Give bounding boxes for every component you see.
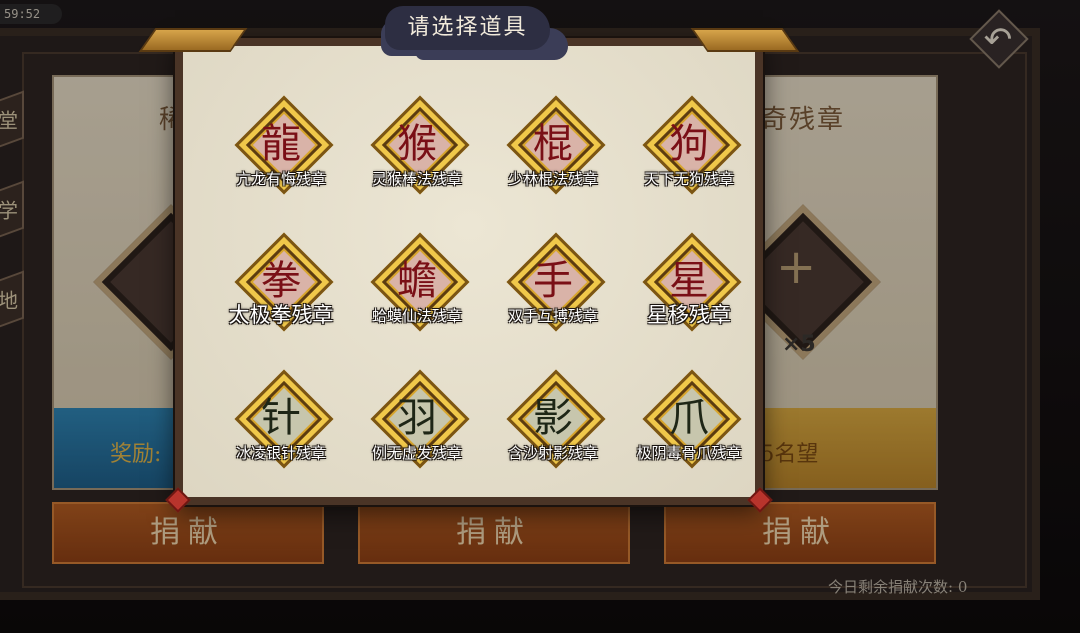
item-linghou[interactable]: 猴 灵猴棒法残章 bbox=[353, 95, 481, 214]
item-label: 极阴毒骨爪残章 bbox=[636, 444, 742, 462]
item-label: 例无虚发残章 bbox=[371, 444, 462, 462]
item-hama[interactable]: 蟾 蛤蟆仙法残章 bbox=[353, 232, 481, 351]
item-jiyin[interactable]: 爪 极阴毒骨爪残章 bbox=[625, 369, 753, 488]
toad-icon: 蟾 bbox=[397, 258, 437, 304]
item-xingyi[interactable]: 星 星移残章 bbox=[625, 232, 753, 351]
modal-title-banner: 请选择道具 bbox=[385, 4, 550, 52]
shaolin-staff-icon: 棍 bbox=[533, 121, 573, 167]
item-tianxia[interactable]: 狗 天下无狗残章 bbox=[625, 95, 753, 214]
item-label: 蛤蟆仙法残章 bbox=[371, 307, 462, 325]
item-label: 冰凌银针残章 bbox=[235, 444, 326, 462]
monkey-staff-icon: 猴 bbox=[397, 121, 437, 167]
ice-needle-icon: 针 bbox=[261, 395, 301, 441]
item-hansha[interactable]: 影 含沙射影残章 bbox=[489, 369, 617, 488]
item-shaolin[interactable]: 棍 少林棍法残章 bbox=[489, 95, 617, 214]
item-label: 太极拳残章 bbox=[228, 303, 334, 327]
dragon-palm-icon: 龍 bbox=[261, 121, 301, 167]
item-taiji[interactable]: 拳 太极拳残章 bbox=[217, 232, 345, 351]
bone-claw-icon: 爪 bbox=[669, 395, 709, 441]
item-label: 含沙射影残章 bbox=[507, 444, 598, 462]
item-label: 天下无狗残章 bbox=[643, 170, 734, 188]
item-kanglong[interactable]: 龍 亢龙有悔残章 bbox=[217, 95, 345, 214]
modal-corner-ornament bbox=[138, 28, 248, 52]
modal-corner-ornament bbox=[690, 28, 800, 52]
dual-hands-icon: 手 bbox=[533, 258, 573, 304]
sand-shadow-icon: 影 bbox=[533, 395, 573, 441]
arrow-feather-icon: 羽 bbox=[397, 395, 437, 441]
item-label: 亢龙有悔残章 bbox=[235, 170, 326, 188]
item-bingling[interactable]: 针 冰凌银针残章 bbox=[217, 369, 345, 488]
modal-title: 请选择道具 bbox=[407, 15, 528, 40]
item-shuangshou[interactable]: 手 双手互搏残章 bbox=[489, 232, 617, 351]
item-select-modal: 龍 亢龙有悔残章 猴 灵猴棒法残章 棍 少林棍法残章 狗 天下无狗残章 拳 太极… bbox=[138, 28, 800, 513]
item-label: 少林棍法残章 bbox=[507, 170, 598, 188]
item-liwu[interactable]: 羽 例无虚发残章 bbox=[353, 369, 481, 488]
dog-beating-icon: 狗 bbox=[669, 121, 709, 167]
item-label: 星移残章 bbox=[647, 303, 731, 327]
item-label: 双手互搏残章 bbox=[507, 307, 598, 325]
item-label: 灵猴棒法残章 bbox=[371, 170, 462, 188]
